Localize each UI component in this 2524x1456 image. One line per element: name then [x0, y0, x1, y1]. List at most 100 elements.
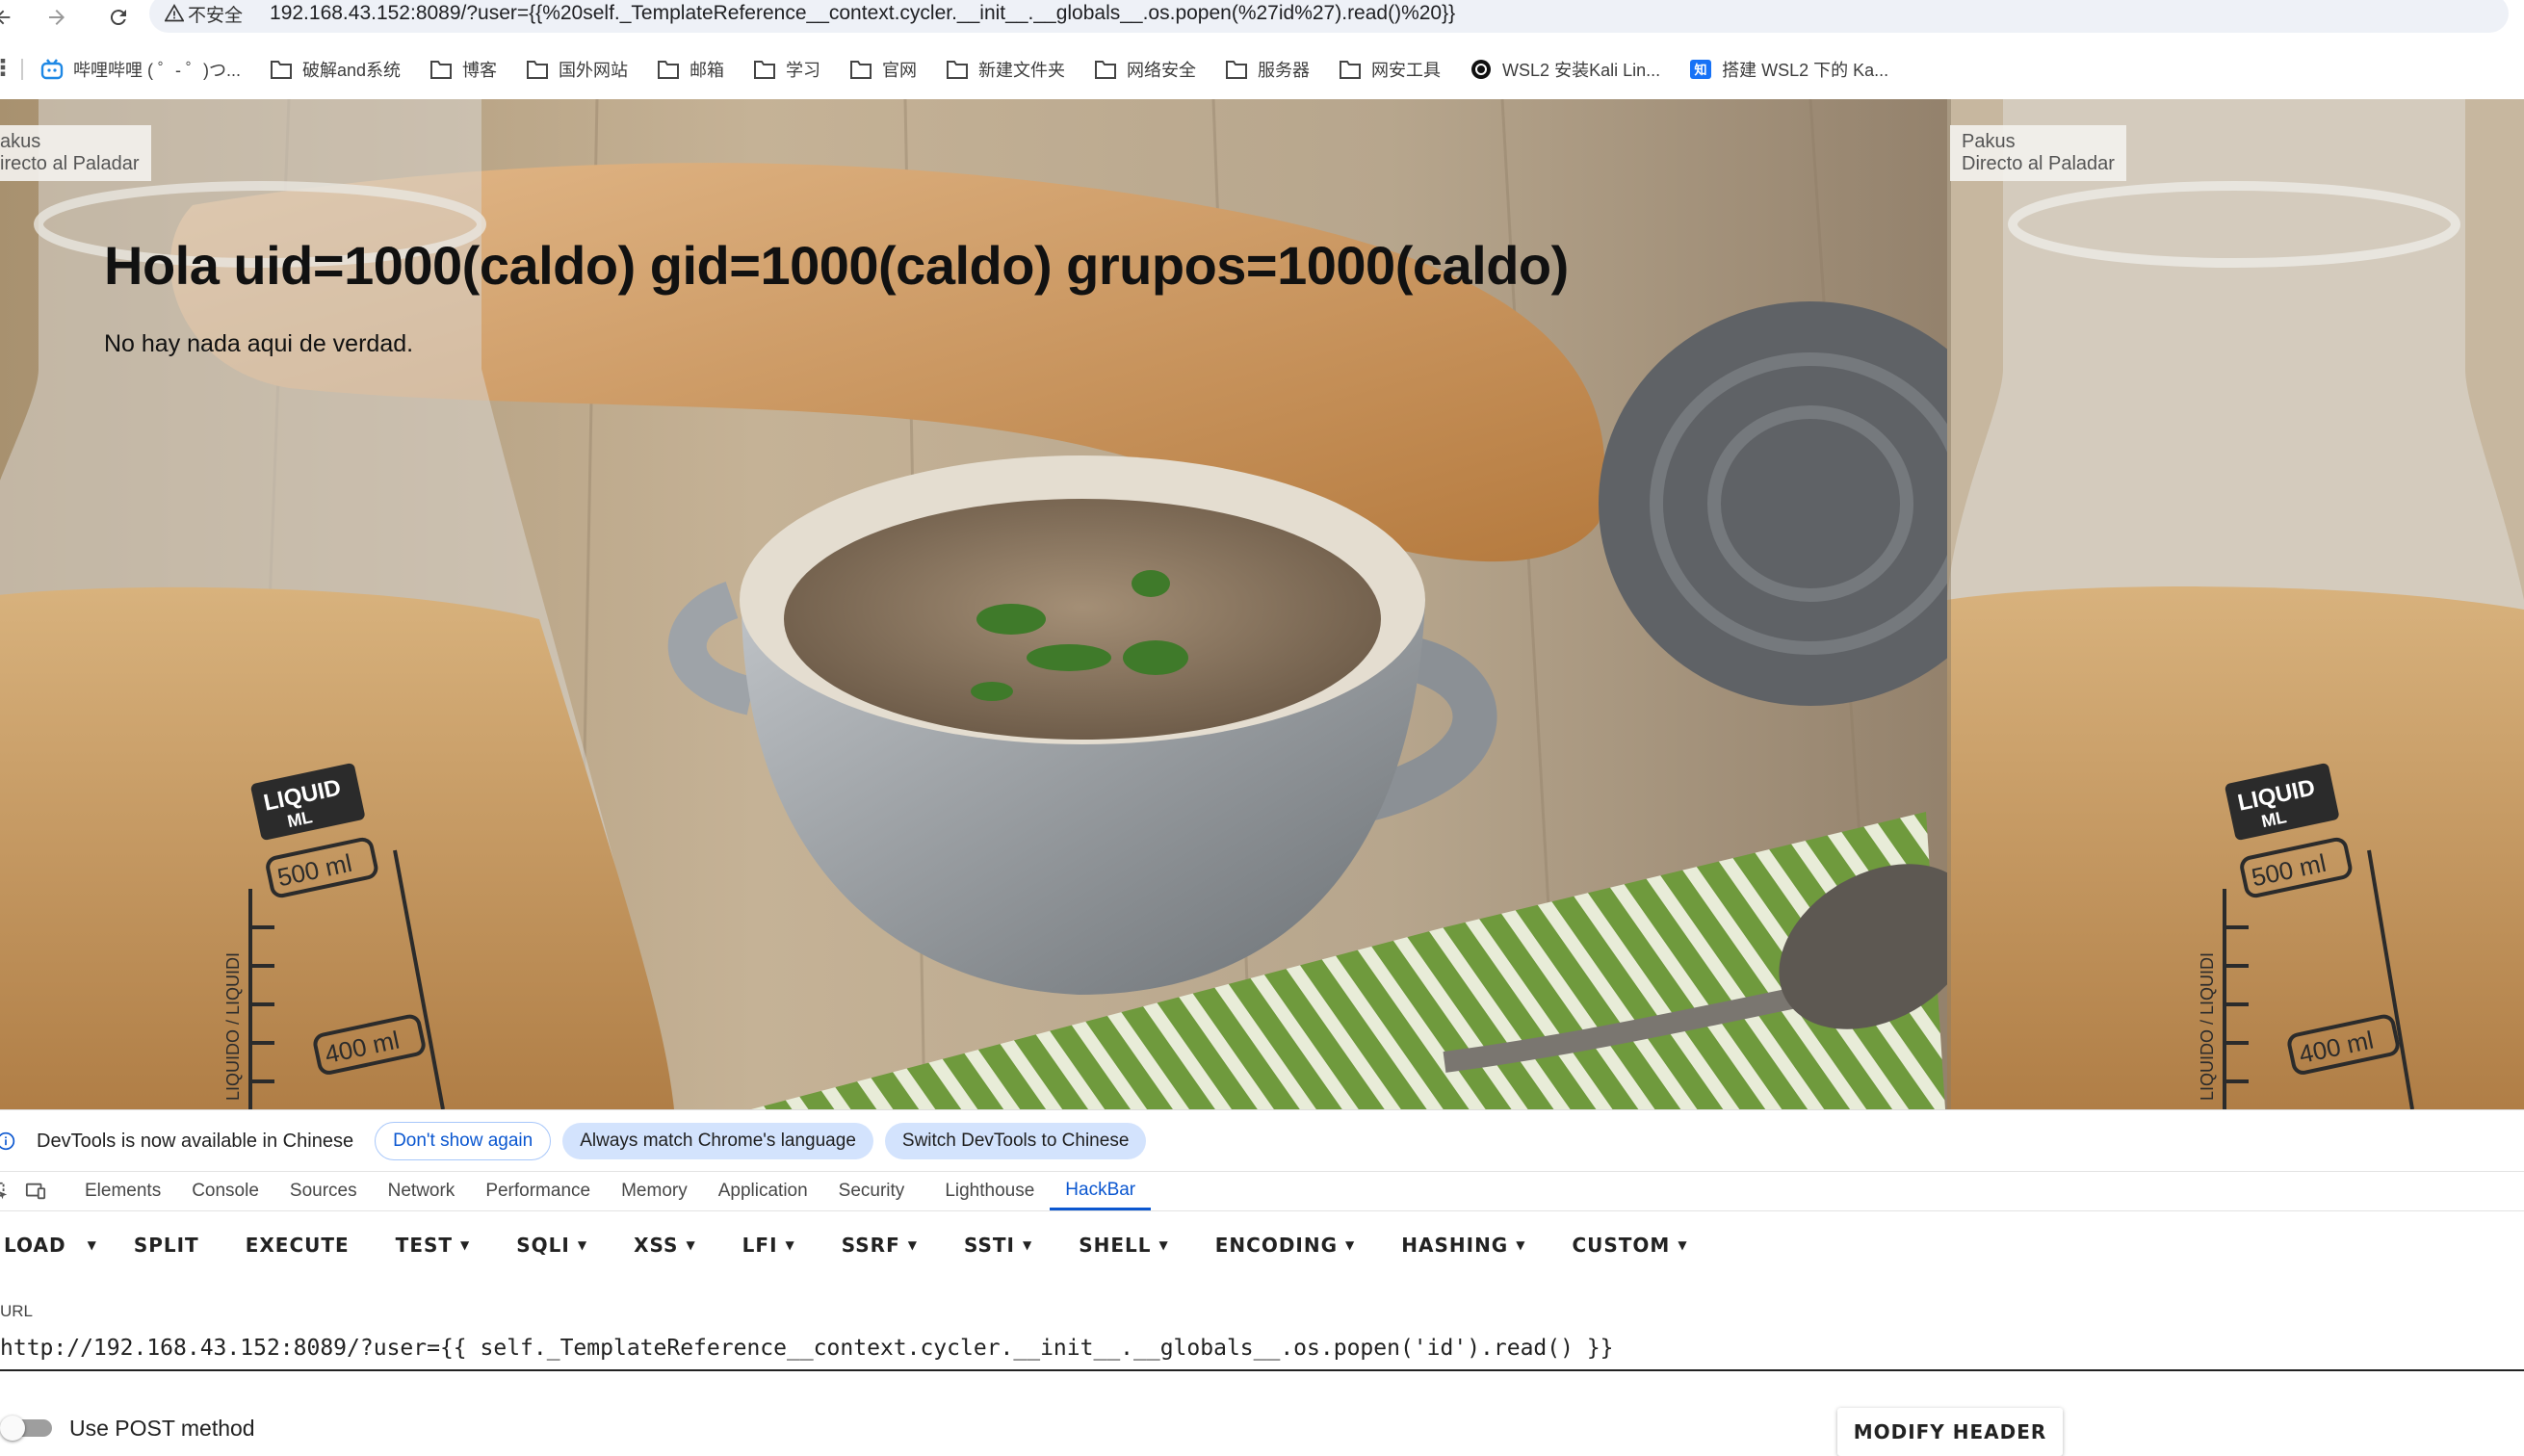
watermark-left-line2: irecto al Paladar [0, 153, 140, 174]
back-button[interactable] [0, 0, 13, 34]
folder-icon [658, 61, 680, 79]
devtools-language-notice: DevTools is now available in Chinese Don… [0, 1109, 2524, 1172]
devtools-tab-console[interactable]: Console [176, 1172, 274, 1210]
watermark-right: Pakus Directo al Paladar [1950, 125, 2126, 181]
bookmark-item[interactable]: WSL2 安装Kali Lin... [1470, 57, 1660, 82]
caret-down-icon: ▼ [1158, 1238, 1169, 1252]
devtools-tab-performance[interactable]: Performance [470, 1172, 606, 1210]
url-field-label: URL [0, 1302, 34, 1320]
hackbar-url-input[interactable] [0, 1327, 2524, 1371]
caret-down-icon: ▼ [1345, 1238, 1356, 1252]
dont-show-again-button[interactable]: Don't show again [375, 1122, 552, 1160]
bookmark-item[interactable]: 网安工具 [1339, 57, 1441, 82]
hackbar-load-button[interactable]: LOAD [0, 1211, 80, 1279]
svg-text:知: 知 [1695, 63, 1707, 78]
hackbar-button-label: XSS [634, 1234, 679, 1257]
reload-icon [110, 9, 126, 25]
hackbar-custom-button[interactable]: CUSTOM ▼ [1548, 1211, 1710, 1279]
bookmark-item[interactable]: 新建文件夹 [946, 57, 1065, 82]
devtools-tab-elements[interactable]: Elements [69, 1172, 176, 1210]
hackbar-button-label: SQLI [516, 1234, 570, 1257]
hackbar-button-label: SSRF [841, 1234, 900, 1257]
caret-down-icon: ▼ [686, 1238, 696, 1252]
bookmark-label: WSL2 安装Kali Lin... [1502, 61, 1661, 80]
folder-icon [850, 61, 872, 79]
bookmark-label: 服务器 [1258, 61, 1311, 80]
bookmark-item[interactable]: 学习 [753, 57, 820, 82]
devtools-tab-security[interactable]: Security [823, 1172, 921, 1210]
watermark-right-line1: Pakus [1962, 131, 2016, 152]
watermark-left-line1: akus [0, 131, 41, 152]
hackbar-execute-button[interactable]: EXECUTE [222, 1211, 373, 1279]
bookmark-item[interactable]: 服务器 [1225, 57, 1310, 82]
bookmark-item[interactable]: 官网 [849, 57, 917, 82]
hackbar-ssti-button[interactable]: SSTI ▼ [941, 1211, 1055, 1279]
devtools-tabbar: Elements Console Sources Network Performance… [0, 1171, 2524, 1211]
hackbar-test-button[interactable]: TEST ▼ [373, 1211, 494, 1279]
inspect-element-icon[interactable] [0, 1181, 12, 1202]
devtools-tab-lighthouse[interactable]: Lighthouse [929, 1172, 1050, 1210]
watermark-left: akus irecto al Paladar [0, 125, 151, 181]
bookmark-label: 博客 [462, 61, 498, 80]
bookmark-label: 搭建 WSL2 下的 Ka... [1722, 61, 1889, 80]
hackbar-split-button[interactable]: SPLIT [111, 1211, 222, 1279]
bookmark-item[interactable]: 博客 [429, 57, 497, 82]
reload-button[interactable] [102, 0, 135, 34]
bookmark-item[interactable]: 破解and系统 [270, 57, 401, 82]
page-heading: Hola uid=1000(caldo) gid=1000(caldo) gru… [104, 235, 1569, 296]
hackbar-button-label: SSTI [963, 1234, 1015, 1257]
bookmark-item[interactable]: 哔哩哔哩 ( ゜- ゜)つ... [40, 57, 241, 82]
hackbar-hashing-button[interactable]: HASHING ▼ [1378, 1211, 1548, 1279]
bookmark-label: 学习 [786, 61, 821, 80]
bookmark-label: 国外网站 [559, 61, 629, 80]
devtools-tab-application[interactable]: Application [703, 1172, 823, 1210]
bookmark-list: 哔哩哔哩 ( ゜- ゜)つ... 破解and系统 博客 国外网站 邮箱 学习 官网 新建文件夹… [40, 57, 1917, 82]
hackbar-encoding-button[interactable]: ENCODING ▼ [1192, 1211, 1379, 1279]
jar-side-text-left: LIQUIDO / LIQUIDI [223, 952, 243, 1101]
bookmark-item[interactable]: 知搭建 WSL2 下的 Ka... [1689, 57, 1888, 82]
bookmark-label: 邮箱 [690, 61, 725, 80]
switch-devtools-chinese-button[interactable]: Switch DevTools to Chinese [884, 1123, 1147, 1159]
hackbar-button-label: HASHING [1401, 1234, 1509, 1257]
zhihu-icon: 知 [1690, 60, 1712, 79]
site-icon [1471, 60, 1492, 79]
bilibili-icon [40, 59, 64, 80]
devtools-tab-network[interactable]: Network [373, 1172, 471, 1210]
post-method-toggle[interactable] [0, 1408, 58, 1446]
always-match-language-button[interactable]: Always match Chrome's language [562, 1123, 873, 1159]
bookmark-label: 破解and系统 [302, 61, 402, 80]
forward-button[interactable] [40, 0, 73, 34]
devtools-tab-hackbar[interactable]: HackBar [1050, 1172, 1152, 1210]
notice-message: DevTools is now available in Chinese [37, 1130, 354, 1152]
devtools-tab-sources[interactable]: Sources [274, 1172, 373, 1210]
url-bar[interactable]: 不安全 192.168.43.152:8089/?user={{%20self.… [149, 0, 2509, 33]
devtools-tab-memory[interactable]: Memory [606, 1172, 703, 1210]
caret-down-icon: ▼ [460, 1238, 471, 1252]
hackbar-shell-button[interactable]: SHELL ▼ [1055, 1211, 1192, 1279]
caret-down-icon: ▼ [785, 1238, 795, 1252]
bookmark-item[interactable]: 国外网站 [526, 57, 628, 82]
hackbar-ssrf-button[interactable]: SSRF ▼ [819, 1211, 941, 1279]
bookmark-item[interactable]: 邮箱 [657, 57, 724, 82]
caret-down-icon: ▼ [907, 1238, 918, 1252]
security-indicator[interactable]: 不安全 [165, 1, 243, 27]
hackbar-lfi-button[interactable]: LFI ▼ [719, 1211, 819, 1279]
caret-down-icon: ▼ [1678, 1238, 1688, 1252]
folder-icon [754, 61, 776, 79]
toggle-knob [0, 1416, 25, 1441]
caret-down-icon: ▼ [1022, 1238, 1033, 1252]
bookmarks-separator [21, 59, 23, 80]
hackbar-sqli-button[interactable]: SQLI ▼ [493, 1211, 611, 1279]
hackbar-button-label: ENCODING [1214, 1234, 1339, 1257]
url-text[interactable]: 192.168.43.152:8089/?user={{%20self._Tem… [270, 2, 1455, 25]
info-icon [0, 1131, 15, 1151]
device-toolbar-icon[interactable] [23, 1181, 48, 1202]
hackbar-xss-button[interactable]: XSS ▼ [611, 1211, 719, 1279]
hackbar-load-dropdown-button[interactable]: ▼ [80, 1211, 111, 1279]
page-viewport: LIQUID ML LIQUID ML 500 ml 400 ml 500 ml… [0, 99, 2524, 1109]
bookmark-label: 网络安全 [1127, 61, 1197, 80]
bookmark-item[interactable]: 网络安全 [1094, 57, 1196, 82]
apps-icon[interactable] [0, 58, 12, 81]
watermark-right-line2: Directo al Paladar [1962, 153, 2115, 174]
modify-header-button[interactable]: MODIFY HEADER [1837, 1408, 2063, 1456]
